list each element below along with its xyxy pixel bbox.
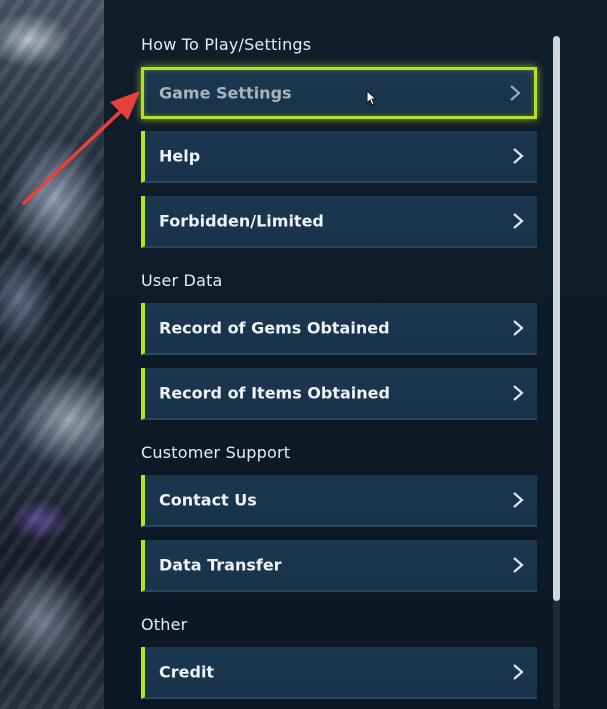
menu-item-label: Credit: [159, 662, 215, 682]
scrollbar-thumb[interactable]: [553, 36, 560, 601]
menu-item-label: Game Settings: [159, 83, 292, 103]
chevron-right-icon: [513, 664, 524, 680]
menu-item-record-of-gems[interactable]: Record of Gems Obtained: [141, 303, 537, 355]
section-title-user-data: User Data: [141, 271, 223, 290]
menu-item-label: Help: [159, 146, 201, 166]
chevron-right-icon: [510, 85, 521, 101]
menu-item-forbidden-limited[interactable]: Forbidden/Limited: [141, 196, 537, 248]
menu-item-label: Record of Gems Obtained: [159, 318, 390, 338]
scrollbar[interactable]: [553, 36, 560, 709]
chevron-right-icon: [513, 557, 524, 573]
menu-item-record-of-items[interactable]: Record of Items Obtained: [141, 368, 537, 420]
menu-item-game-settings[interactable]: Game Settings: [141, 67, 537, 119]
chevron-right-icon: [513, 492, 524, 508]
background-artwork: [0, 0, 110, 709]
section-title-other: Other: [141, 615, 188, 634]
mouse-cursor-icon: [366, 90, 378, 106]
section-title-how-to-play: How To Play/Settings: [141, 35, 312, 54]
menu-item-label: Contact Us: [159, 490, 257, 510]
chevron-right-icon: [513, 148, 524, 164]
menu-item-label: Record of Items Obtained: [159, 383, 390, 403]
menu-item-contact-us[interactable]: Contact Us: [141, 475, 537, 527]
screen: How To Play/Settings Game Settings Help …: [0, 0, 607, 709]
menu-item-label: Forbidden/Limited: [159, 211, 324, 231]
section-title-customer-support: Customer Support: [141, 443, 291, 462]
menu-item-help[interactable]: Help: [141, 131, 537, 183]
menu-item-label: Data Transfer: [159, 555, 282, 575]
menu-item-data-transfer[interactable]: Data Transfer: [141, 540, 537, 592]
chevron-right-icon: [513, 320, 524, 336]
menu-item-credit[interactable]: Credit: [141, 647, 537, 699]
chevron-right-icon: [513, 213, 524, 229]
chevron-right-icon: [513, 385, 524, 401]
